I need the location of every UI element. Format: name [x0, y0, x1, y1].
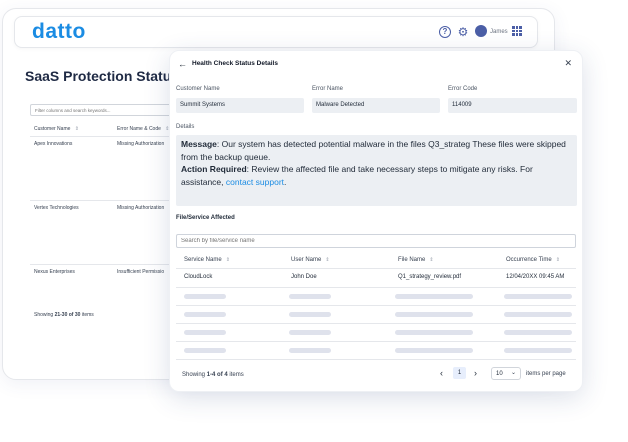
chevron-down-icon: ⌄: [510, 370, 516, 376]
sort-icon[interactable]: ⇕: [429, 257, 433, 263]
column-header-label: Customer Name: [34, 126, 71, 132]
error-name-value: Malware Detected: [312, 98, 440, 113]
column-header-service-name[interactable]: Service Name ⇕: [184, 257, 230, 263]
row-divider: [176, 305, 576, 306]
skeleton-placeholder: [395, 312, 473, 317]
health-check-details-modal: ← Health Check Status Details ✕ Customer…: [169, 50, 583, 392]
skeleton-placeholder: [289, 348, 331, 353]
table-cell-error: Missing Authorization: [117, 141, 165, 147]
skeleton-placeholder: [184, 348, 226, 353]
user-avatar-icon[interactable]: [475, 25, 487, 37]
message-text: : Our system has detected potential malw…: [181, 139, 566, 162]
page-number-button[interactable]: 1: [453, 367, 466, 379]
chevron-right-icon[interactable]: ›: [474, 368, 477, 378]
chevron-left-icon[interactable]: ‹: [440, 368, 443, 378]
showing-suffix: items: [80, 312, 94, 318]
details-label: Details: [176, 124, 195, 130]
column-header-user-name[interactable]: User Name ⇕: [291, 257, 330, 263]
showing-range: 1-4 of 4: [206, 372, 228, 378]
page-title: SaaS Protection Status: [25, 68, 180, 84]
pagination-summary: Showing 21-30 of 30 items: [34, 312, 94, 318]
skeleton-placeholder: [289, 294, 331, 299]
skeleton-placeholder: [395, 348, 473, 353]
skeleton-placeholder: [289, 330, 331, 335]
contact-support-link[interactable]: contact support: [226, 177, 284, 187]
row-divider: [176, 359, 576, 360]
showing-prefix: Showing: [182, 372, 207, 378]
skeleton-placeholder: [289, 312, 331, 317]
table-cell-error: Missing Authorization: [117, 205, 165, 211]
showing-range: 21-30 of 30: [54, 312, 81, 318]
message-label: Message: [181, 139, 217, 149]
row-divider: [30, 200, 170, 201]
table-cell-error: Insufficient Permissio: [117, 269, 165, 275]
details-message-box: Message: Our system has detected potenti…: [176, 135, 577, 206]
file-search-input[interactable]: [176, 234, 576, 248]
skeleton-placeholder: [184, 330, 226, 335]
gear-icon[interactable]: ⚙: [457, 26, 469, 38]
skeleton-placeholder: [504, 312, 572, 317]
sort-icon[interactable]: ⇕: [556, 257, 560, 263]
column-header-label: Error Name & Code: [117, 126, 161, 132]
skeleton-placeholder: [395, 330, 473, 335]
column-header-label: User Name: [291, 257, 322, 263]
row-divider: [176, 341, 576, 342]
action-required-label: Action Required: [181, 164, 247, 174]
cell-occurrence-time: 12/04/20XX 09:45 AM: [506, 274, 565, 280]
column-header-error[interactable]: Error Name & Code ⇕: [117, 126, 170, 132]
user-name[interactable]: James: [490, 26, 508, 38]
error-code-label: Error Code: [448, 86, 478, 92]
row-divider: [176, 287, 576, 288]
skeleton-placeholder: [504, 294, 572, 299]
skeleton-placeholder: [184, 294, 226, 299]
row-divider: [176, 323, 576, 324]
column-header-label: Occurrence Time: [506, 257, 552, 263]
items-per-page-label: items per page: [526, 371, 566, 377]
column-header-occurrence-time[interactable]: Occurrence Time ⇕: [506, 257, 560, 263]
showing-suffix: items: [227, 372, 244, 378]
skeleton-placeholder: [504, 330, 572, 335]
showing-prefix: Showing: [34, 312, 55, 318]
app-grid-icon[interactable]: [512, 26, 522, 36]
column-header-label: File Name: [398, 257, 426, 263]
column-header-file-name[interactable]: File Name ⇕: [398, 257, 434, 263]
error-name-label: Error Name: [312, 86, 344, 92]
skeleton-placeholder: [395, 294, 473, 299]
sort-icon[interactable]: ⇕: [325, 257, 329, 263]
column-header-customer[interactable]: Customer Name ⇕: [34, 126, 79, 132]
row-divider: [30, 264, 170, 265]
pagination-summary: Showing 1-4 of 4 items: [182, 372, 244, 378]
files-affected-heading: File/Service Affected: [176, 215, 235, 221]
skeleton-placeholder: [184, 312, 226, 317]
customer-name-label: Customer Name: [176, 86, 220, 92]
column-header-label: Service Name: [184, 257, 222, 263]
modal-header: ← Health Check Status Details ✕: [170, 51, 582, 77]
action-required-end: .: [284, 176, 287, 187]
skeleton-placeholder: [504, 348, 572, 353]
table-cell-customer: Nexus Enterprises: [34, 269, 75, 275]
row-divider: [30, 136, 170, 137]
row-divider: [176, 268, 576, 269]
top-navigation-bar: datto ? ⚙ James: [14, 16, 538, 48]
help-icon[interactable]: ?: [439, 26, 451, 38]
modal-title: Health Check Status Details: [192, 60, 278, 67]
table-cell-customer: Apex Innovations: [34, 141, 73, 147]
sort-icon[interactable]: ⇕: [75, 126, 79, 132]
cell-service-name: CloudLock: [184, 274, 213, 280]
filter-input[interactable]: [30, 104, 180, 116]
items-per-page-value: 10: [496, 371, 503, 377]
error-code-value: 114009: [448, 98, 577, 113]
items-per-page-select[interactable]: 10 ⌄: [491, 367, 521, 380]
datto-logo[interactable]: datto: [32, 20, 86, 44]
back-arrow-icon[interactable]: ←: [178, 59, 187, 69]
customer-name-value: Summit Systems: [176, 98, 304, 113]
sort-icon[interactable]: ⇕: [226, 257, 230, 263]
table-cell-customer: Vertex Technologies: [34, 205, 79, 211]
cell-user-name: John Doe: [291, 274, 317, 280]
close-icon[interactable]: ✕: [564, 58, 572, 68]
cell-file-name: Q1_strategy_review.pdf: [398, 274, 462, 280]
